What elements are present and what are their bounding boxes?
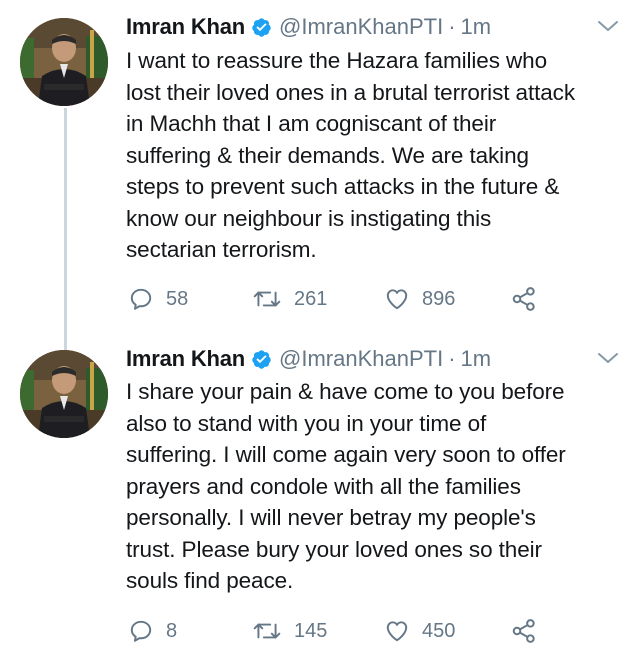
verified-badge-icon bbox=[252, 17, 271, 37]
reply-count: 8 bbox=[166, 619, 178, 642]
tweet-text-line: prayers and condole with all the familie… bbox=[126, 473, 521, 499]
author-handle[interactable]: @ImranKhanPTI bbox=[279, 10, 443, 44]
reply-button[interactable]: 8 bbox=[128, 616, 177, 646]
author-handle[interactable]: @ImranKhanPTI bbox=[279, 342, 443, 376]
reply-count: 58 bbox=[166, 287, 189, 310]
heart-icon bbox=[386, 621, 408, 642]
tweet-text-line: suffering & their demands. We are taking bbox=[126, 142, 529, 168]
share-icon bbox=[512, 619, 535, 643]
avatar-image bbox=[20, 18, 108, 106]
retweet-count: 261 bbox=[294, 287, 328, 310]
tweet-text: I want to reassure the Hazara families w… bbox=[126, 45, 626, 266]
tweet-text-line: I want to reassure the Hazara families w… bbox=[126, 48, 547, 73]
share-button[interactable] bbox=[510, 284, 550, 314]
like-button[interactable]: 450 bbox=[384, 616, 455, 646]
retweet-icon bbox=[253, 623, 281, 639]
tweet-1[interactable]: Imran Khan @ImranKhanPTI · 1m I want to … bbox=[0, 0, 640, 335]
author-name[interactable]: Imran Khan bbox=[126, 10, 245, 44]
reply-icon bbox=[130, 620, 152, 642]
verified-badge-icon bbox=[252, 349, 271, 369]
tweet-actions: 58 261 896 bbox=[128, 284, 568, 314]
tweet-text-line: personally. I will never betray my peopl… bbox=[126, 505, 536, 530]
author-name[interactable]: Imran Khan bbox=[126, 342, 245, 376]
tweet-actions: 8 145 450 bbox=[128, 616, 568, 646]
avatar-image bbox=[20, 350, 108, 438]
chevron-down-icon[interactable] bbox=[596, 14, 620, 38]
tweet-header: Imran Khan @ImranKhanPTI · 1m bbox=[126, 10, 491, 44]
tweet-text-line: know our neighbour is instigating this bbox=[126, 205, 492, 231]
heart-icon bbox=[386, 289, 408, 310]
tweet-text-line: steps to prevent such attacks in the fut… bbox=[126, 174, 560, 199]
retweet-button[interactable]: 261 bbox=[252, 284, 327, 314]
tweet-text-line: trust. Please bury your loved ones so th… bbox=[126, 536, 542, 562]
tweet-text-line: also to stand with you in your time of bbox=[126, 410, 487, 436]
chevron-down-icon[interactable] bbox=[596, 346, 620, 370]
retweet-button[interactable]: 145 bbox=[252, 616, 327, 646]
share-icon bbox=[512, 287, 535, 311]
share-button[interactable] bbox=[510, 616, 550, 646]
separator-dot: · bbox=[448, 346, 456, 371]
tweet-2[interactable]: Imran Khan @ImranKhanPTI · 1m I share yo… bbox=[0, 340, 640, 643]
like-count: 450 bbox=[422, 619, 456, 642]
tweet-header: Imran Khan @ImranKhanPTI · 1m bbox=[126, 342, 491, 376]
like-button[interactable]: 896 bbox=[384, 284, 455, 314]
avatar[interactable] bbox=[20, 18, 108, 106]
separator-dot: · bbox=[448, 14, 456, 39]
tweet-text-line: sectarian terrorism. bbox=[126, 237, 317, 262]
tweet-text-line: in Machh that I am cogniscant of their bbox=[126, 111, 497, 136]
timestamp[interactable]: 1m bbox=[461, 10, 492, 44]
tweet-text-line: souls find peace. bbox=[126, 568, 294, 593]
avatar[interactable] bbox=[20, 350, 108, 438]
retweet-count: 145 bbox=[294, 619, 328, 642]
timestamp[interactable]: 1m bbox=[461, 342, 492, 376]
retweet-icon bbox=[253, 291, 281, 307]
tweet-text-line: I share your pain & have come to you bef… bbox=[126, 379, 565, 404]
reply-icon bbox=[130, 288, 152, 310]
tweet-text-line: lost their loved ones in a brutal terror… bbox=[126, 79, 575, 105]
reply-button[interactable]: 58 bbox=[128, 284, 188, 314]
like-count: 896 bbox=[422, 287, 456, 310]
tweet-text: I share your pain & have come to you bef… bbox=[126, 376, 626, 597]
tweet-text-line: suffering. I will come again very soon t… bbox=[126, 442, 566, 467]
